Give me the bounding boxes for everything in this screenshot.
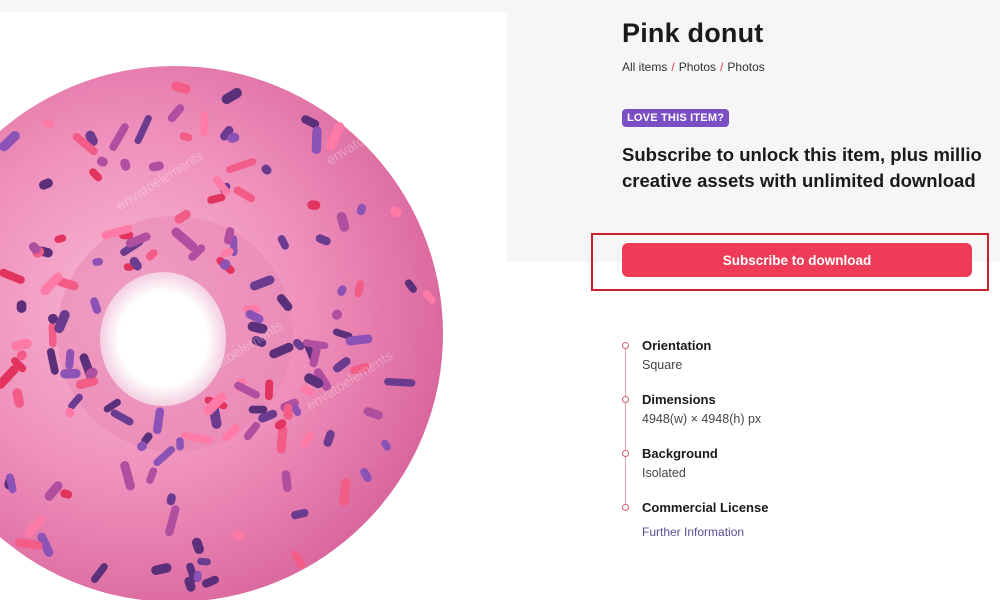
sprinkle (197, 557, 211, 566)
details-timeline (625, 346, 626, 509)
sprinkle (200, 110, 209, 137)
item-title: Pink donut (622, 18, 764, 48)
sprinkle (311, 126, 322, 154)
background-label: Background (642, 446, 718, 461)
breadcrumb: All items / Photos / Photos (622, 60, 765, 74)
sprinkle (16, 300, 27, 313)
sprinkle (307, 200, 321, 210)
love-this-item-badge: LOVE THIS ITEM? (622, 109, 730, 127)
breadcrumb-all-items[interactable]: All items (622, 60, 667, 74)
breadcrumb-separator: / (671, 60, 675, 74)
timeline-dot (622, 342, 629, 349)
subscribe-to-download-button[interactable]: Subscribe to download (622, 243, 972, 277)
sprinkle (264, 379, 274, 401)
dimensions-label: Dimensions (642, 392, 716, 407)
donut-image (0, 66, 443, 600)
promo-line-1: Subscribe to unlock this item, plus mill… (622, 144, 982, 165)
sprinkle (283, 403, 293, 420)
orientation-value: Square (642, 358, 683, 372)
dimensions-value: 4948(w) × 4948(h) px (642, 412, 762, 426)
donut-hole (100, 272, 226, 406)
timeline-dot (622, 396, 629, 403)
sprinkle (248, 405, 268, 414)
item-preview[interactable]: envatoelements envatoelements envatoelem… (0, 12, 507, 600)
sprinkle (60, 368, 81, 379)
sprinkle (65, 348, 75, 370)
timeline-dot (622, 504, 629, 511)
sprinkle (193, 570, 202, 583)
background-value: Isolated (642, 466, 686, 480)
orientation-label: Orientation (642, 338, 712, 353)
promo-line-2: creative assets with unlimited download (622, 170, 976, 191)
breadcrumb-photos[interactable]: Photos (679, 60, 716, 74)
subscribe-promo-text: Subscribe to unlock this item, plus mill… (622, 142, 1000, 194)
breadcrumb-photos-sub[interactable]: Photos (727, 60, 764, 74)
breadcrumb-separator: / (720, 60, 724, 74)
sprinkle (176, 437, 184, 451)
timeline-dot (622, 450, 629, 457)
commercial-license-label: Commercial License (642, 500, 769, 515)
further-information-link[interactable]: Further Information (642, 525, 744, 539)
